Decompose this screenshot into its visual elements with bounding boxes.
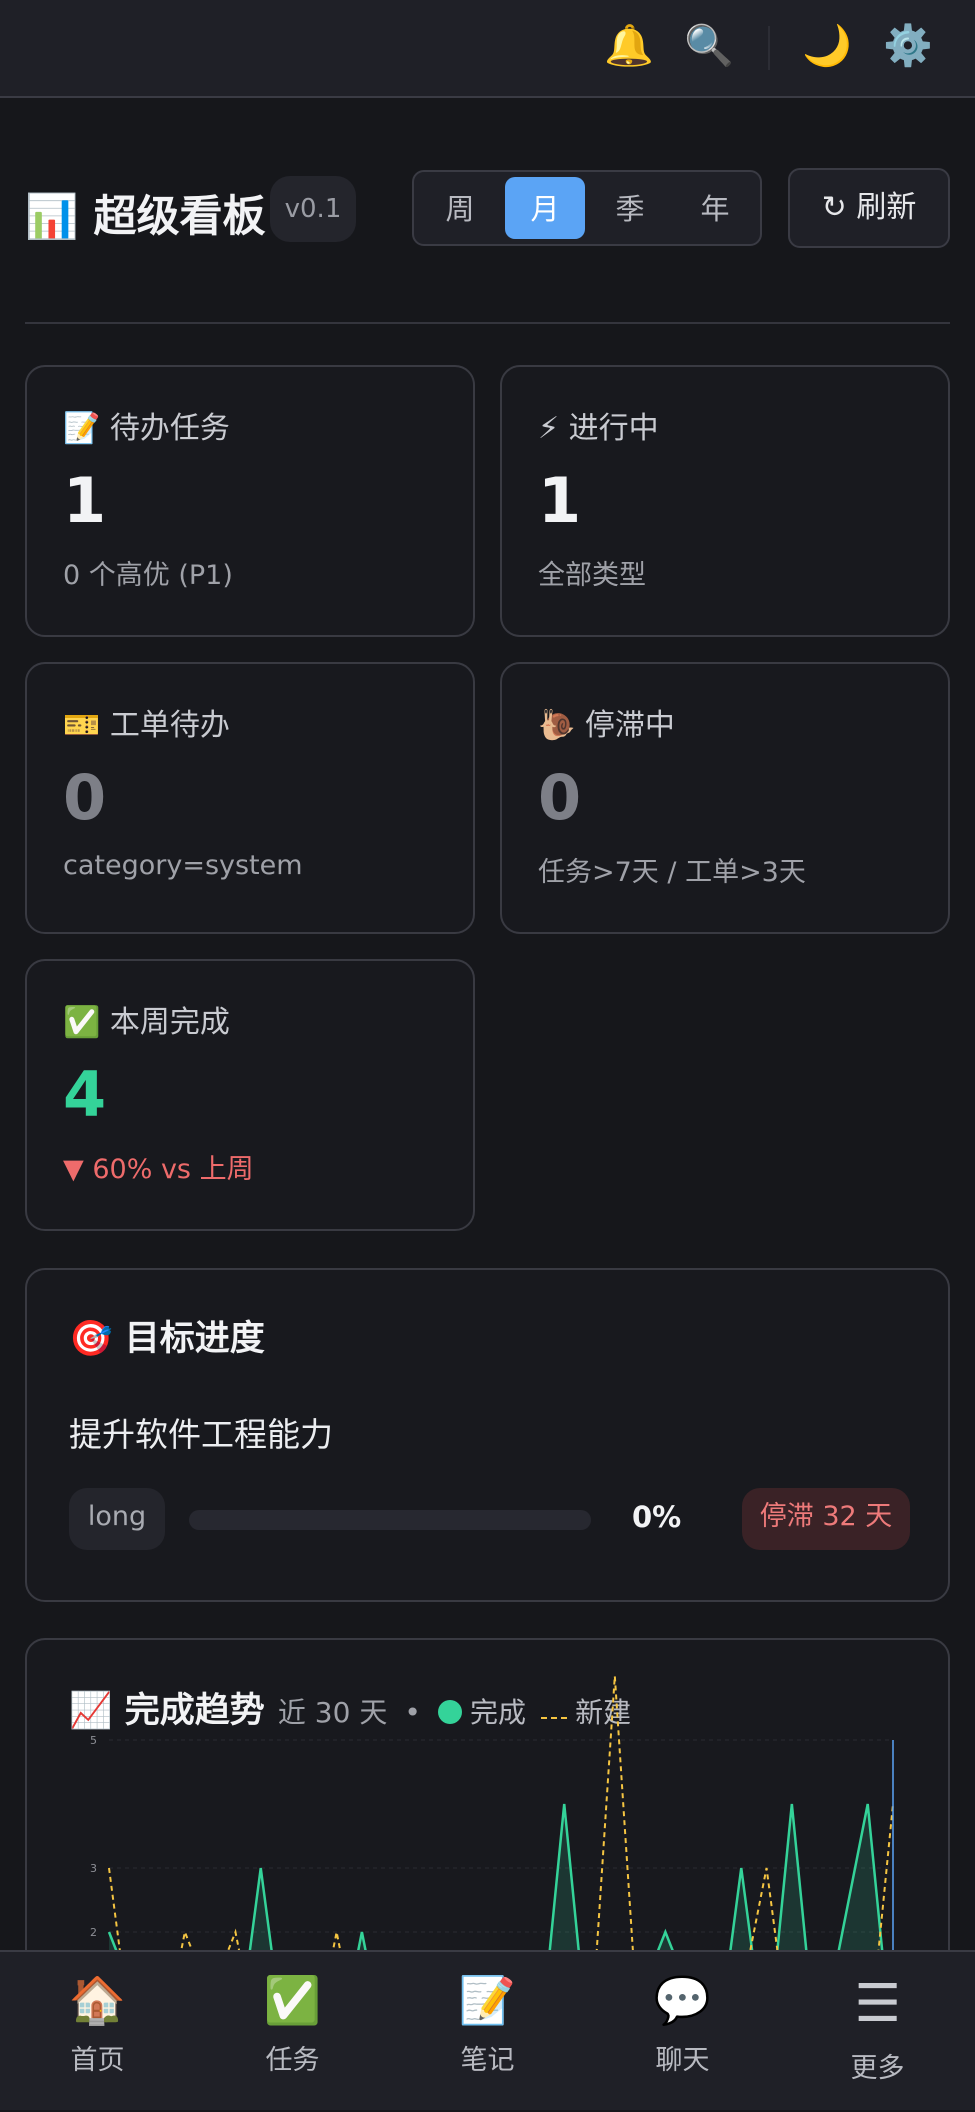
memo-icon: 📝: [63, 411, 101, 446]
dashboard-header: 📊 超级看板 v0.1 周 月 季 年 ↻ 刷新: [25, 168, 950, 248]
stat-value: 1: [63, 464, 107, 537]
goal-percent: 0%: [632, 1500, 682, 1534]
goal-panel-title: 🎯 目标进度: [69, 1319, 265, 1359]
nav-label: 任务: [265, 2045, 320, 2076]
stat-sub: ▼ 60% vs 上周: [63, 1154, 254, 1185]
page-title: 📊 超级看板: [25, 182, 266, 244]
header-divider: [25, 322, 950, 324]
ticket-icon: 🎫: [63, 708, 101, 743]
stat-card-tickets[interactable]: 🎫 工单待办 0 category=system: [25, 662, 475, 934]
nav-label: 首页: [70, 2045, 125, 2076]
stat-sub: 任务>7天 / 工单>3天: [538, 857, 806, 888]
period-month[interactable]: 月: [505, 177, 585, 239]
stat-label: ⚡ 进行中: [538, 411, 659, 446]
nav-label: 笔记: [460, 2045, 515, 2076]
check-icon: ✅: [263, 1973, 322, 2027]
y-tick-label: 3: [90, 1862, 97, 1875]
goal-name[interactable]: 提升软件工程能力: [69, 1408, 333, 1456]
bell-icon[interactable]: 🔔: [604, 22, 654, 70]
page-title-text: 超级看板: [93, 192, 266, 242]
stat-label: ✅ 本周完成: [63, 1005, 230, 1040]
stat-sub: 全部类型: [538, 560, 646, 591]
stat-card-in-progress[interactable]: ⚡ 进行中 1 全部类型: [500, 365, 950, 637]
stat-sub: category=system: [63, 850, 303, 881]
top-bar: 🔔 🔍 🌙 ⚙️: [0, 0, 975, 98]
nav-tasks[interactable]: ✅ 任务: [195, 1952, 390, 2112]
nav-more[interactable]: ☰ 更多: [780, 1952, 975, 2112]
stat-card-todo[interactable]: 📝 待办任务 1 0 个高优 (P1): [25, 365, 475, 637]
stale-badge: 停滞 32 天: [742, 1488, 910, 1550]
gear-icon[interactable]: ⚙️: [883, 22, 933, 70]
topbar-divider: [768, 26, 770, 70]
chart-icon: 📊: [25, 192, 79, 242]
stat-value: 0: [63, 761, 107, 834]
stat-label: 📝 待办任务: [63, 411, 230, 446]
goal-progress-bar: [189, 1510, 591, 1530]
version-badge: v0.1: [270, 176, 356, 242]
home-icon: 🏠: [68, 1973, 127, 2027]
target-icon: 🎯: [69, 1319, 113, 1359]
snail-icon: 🐌: [538, 708, 576, 743]
stat-label: 🎫 工单待办: [63, 708, 230, 743]
y-tick-label: 2: [90, 1926, 97, 1939]
period-quarter[interactable]: 季: [590, 177, 670, 239]
nav-label: 更多: [850, 2053, 905, 2084]
period-week[interactable]: 周: [420, 177, 500, 239]
moon-icon[interactable]: 🌙: [802, 22, 852, 70]
stat-value: 4: [63, 1058, 107, 1131]
chat-icon: 💬: [653, 1973, 712, 2027]
nav-home[interactable]: 🏠 首页: [0, 1952, 195, 2112]
nav-label: 聊天: [655, 2045, 710, 2076]
stat-value: 1: [538, 464, 582, 537]
period-year[interactable]: 年: [675, 177, 755, 239]
memo-icon: 📝: [458, 1973, 517, 2027]
stat-card-stalled[interactable]: 🐌 停滞中 0 任务>7天 / 工单>3天: [500, 662, 950, 934]
refresh-button[interactable]: ↻ 刷新: [788, 168, 950, 248]
nav-notes[interactable]: 📝 笔记: [390, 1952, 585, 2112]
stat-value: 0: [538, 761, 582, 834]
stat-card-completed-week[interactable]: ✅ 本周完成 4 ▼ 60% vs 上周: [25, 959, 475, 1231]
y-tick-label: 5: [90, 1734, 97, 1747]
period-switcher: 周 月 季 年: [412, 170, 762, 246]
bottom-nav: 🏠 首页 ✅ 任务 📝 笔记 💬 聊天 ☰ 更多: [0, 1950, 975, 2110]
goal-progress-panel: 🎯 目标进度 提升软件工程能力 long 0% 停滞 32 天: [25, 1268, 950, 1602]
stat-sub: 0 个高优 (P1): [63, 560, 233, 591]
lightning-icon: ⚡: [538, 411, 560, 446]
check-icon: ✅: [63, 1005, 101, 1040]
stat-label: 🐌 停滞中: [538, 708, 675, 743]
menu-icon: ☰: [854, 1974, 901, 2034]
nav-chat[interactable]: 💬 聊天: [585, 1952, 780, 2112]
search-icon[interactable]: 🔍: [684, 22, 734, 70]
goal-tag: long: [69, 1488, 165, 1550]
